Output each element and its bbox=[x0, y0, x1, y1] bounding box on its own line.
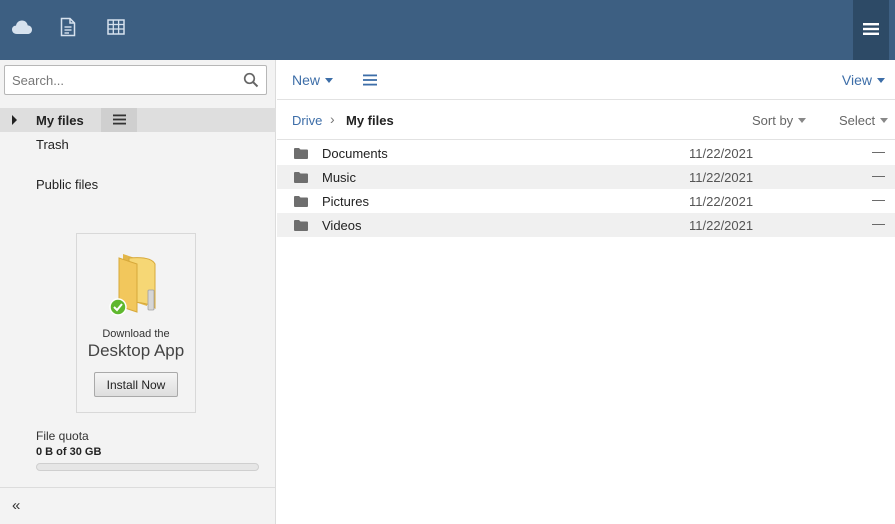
main-panel: New View Drive › My files Sort by Select… bbox=[277, 60, 895, 524]
file-date: 11/22/2021 bbox=[689, 170, 754, 185]
chevron-down-icon bbox=[325, 77, 334, 83]
collapse-sidebar-button[interactable]: « bbox=[12, 498, 20, 513]
install-now-button[interactable]: Install Now bbox=[94, 372, 178, 397]
sort-by-label: Sort by bbox=[752, 113, 794, 128]
sidebar-item-public-files[interactable]: Public files bbox=[36, 177, 98, 192]
file-name: Music bbox=[322, 170, 356, 185]
top-bar bbox=[0, 0, 895, 60]
file-size: — bbox=[872, 192, 885, 207]
chevron-down-icon bbox=[877, 77, 885, 83]
folder-icon bbox=[294, 195, 308, 207]
select-button[interactable]: Select bbox=[839, 113, 889, 128]
desktop-app-promo: Download the Desktop App Install Now bbox=[76, 233, 196, 413]
file-name: Videos bbox=[322, 218, 362, 233]
list-item[interactable]: Documents 11/22/2021 — bbox=[277, 141, 895, 165]
file-name: Pictures bbox=[322, 194, 369, 209]
folder-options-button[interactable] bbox=[101, 108, 137, 132]
file-quota-value: 0 B of 30 GB bbox=[36, 446, 102, 458]
chevron-down-icon bbox=[798, 118, 807, 123]
search-input[interactable] bbox=[5, 66, 235, 94]
search-icon[interactable] bbox=[243, 72, 259, 88]
promo-line-2: Desktop App bbox=[87, 341, 185, 360]
search-box bbox=[4, 65, 267, 95]
sort-by-button[interactable]: Sort by bbox=[752, 113, 807, 128]
sidebar-item-label[interactable]: My files bbox=[36, 113, 84, 128]
breadcrumb-separator: › bbox=[330, 111, 335, 127]
expand-caret-icon[interactable] bbox=[12, 115, 17, 125]
list-item[interactable]: Videos 11/22/2021 — bbox=[277, 213, 895, 237]
sidebar-item-trash[interactable]: Trash bbox=[36, 137, 69, 152]
hamburger-menu-icon bbox=[863, 22, 879, 39]
file-size: — bbox=[872, 144, 885, 159]
file-quota-bar bbox=[36, 463, 259, 471]
main-menu-button[interactable] bbox=[853, 0, 889, 60]
folder-icon bbox=[294, 171, 308, 183]
spreadsheet-icon[interactable] bbox=[105, 16, 127, 38]
select-label: Select bbox=[839, 113, 876, 128]
list-item[interactable]: Pictures 11/22/2021 — bbox=[277, 189, 895, 213]
list-menu-icon[interactable] bbox=[363, 74, 377, 86]
file-quota-label: File quota bbox=[36, 429, 89, 443]
folder-icon bbox=[294, 219, 308, 231]
folder-icon bbox=[294, 147, 308, 159]
breadcrumb-drive[interactable]: Drive bbox=[292, 113, 322, 128]
toolbar: New View bbox=[277, 60, 895, 100]
view-button[interactable]: View bbox=[842, 72, 885, 88]
folder-sync-icon bbox=[107, 250, 165, 319]
file-size: — bbox=[872, 168, 885, 183]
new-button[interactable]: New bbox=[292, 72, 334, 88]
chevron-down-icon bbox=[880, 118, 889, 123]
sidebar: My files Trash Public files Download the… bbox=[0, 60, 276, 524]
breadcrumb-current: My files bbox=[346, 113, 394, 128]
file-date: 11/22/2021 bbox=[689, 194, 754, 209]
new-button-label: New bbox=[292, 72, 321, 88]
view-button-label: View bbox=[841, 72, 872, 88]
file-size: — bbox=[872, 216, 885, 231]
list-menu-icon bbox=[112, 113, 126, 128]
file-date: 11/22/2021 bbox=[689, 218, 754, 233]
breadcrumb: Drive › My files Sort by Select bbox=[277, 100, 895, 140]
cloud-icon[interactable] bbox=[11, 16, 33, 38]
document-icon[interactable] bbox=[57, 16, 79, 38]
file-name: Documents bbox=[322, 146, 388, 161]
list-item[interactable]: Music 11/22/2021 — bbox=[277, 165, 895, 189]
file-date: 11/22/2021 bbox=[689, 146, 754, 161]
sidebar-footer: « bbox=[0, 487, 275, 524]
promo-line-1: Download the bbox=[102, 328, 170, 340]
